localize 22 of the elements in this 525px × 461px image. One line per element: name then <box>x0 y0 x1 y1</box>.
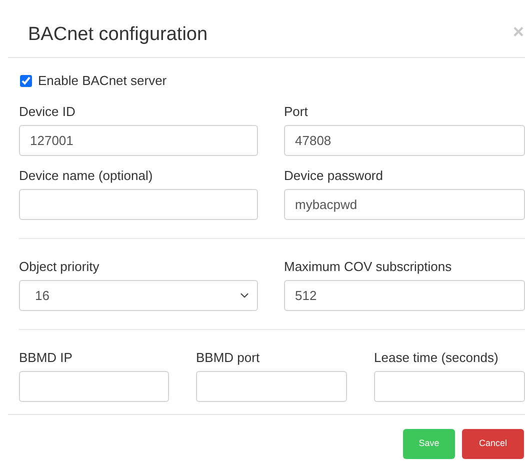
field-label: BBMD port <box>196 350 261 366</box>
input-field[interactable] <box>19 371 169 402</box>
field-label: Device ID <box>19 104 76 120</box>
input-field[interactable]: mybacpwd <box>284 189 525 220</box>
input-field[interactable]: 512 <box>284 280 525 311</box>
field-label: BBMD IP <box>19 350 74 366</box>
input-field[interactable] <box>19 189 258 220</box>
input-field[interactable]: 47808 <box>284 125 525 156</box>
enable-checkbox[interactable] <box>20 75 32 87</box>
field-label: Device name (optional) <box>19 168 154 184</box>
input-field[interactable]: 127001 <box>19 125 258 156</box>
field-label: Object priority <box>19 259 100 275</box>
checkbox-label: Enable BACnet server <box>38 72 167 90</box>
dialog-title: BACnet configuration <box>28 23 208 44</box>
field-label: Lease time (seconds) <box>374 350 500 366</box>
input-field[interactable] <box>196 371 347 402</box>
field-label: Maximum COV subscriptions <box>284 259 453 275</box>
cancel-button[interactable]: Cancel <box>462 429 524 459</box>
field-label: Port <box>284 104 309 120</box>
field-label: Device password <box>284 168 384 184</box>
input-field[interactable] <box>374 371 525 402</box>
priority-select[interactable]: 16 <box>19 280 258 311</box>
